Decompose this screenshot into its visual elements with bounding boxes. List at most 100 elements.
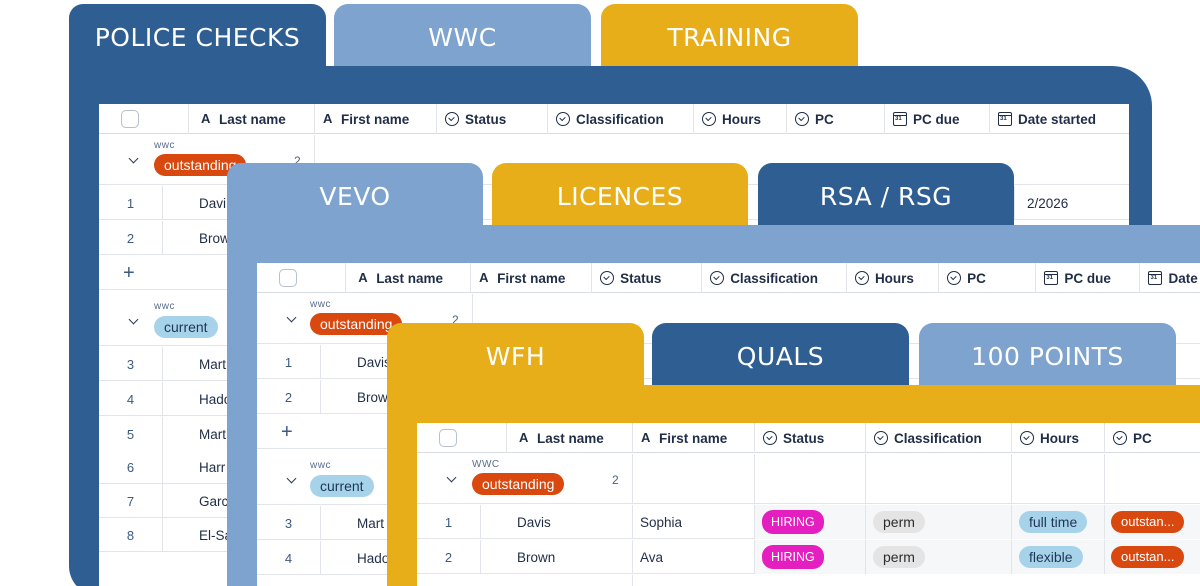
column-header-hours[interactable]: Hours (694, 104, 787, 134)
chevron-down-icon[interactable] (286, 312, 297, 323)
tab-wfh[interactable]: WFH (387, 323, 644, 389)
tab-100-points[interactable]: 100 POINTS (919, 323, 1176, 389)
tab-quals[interactable]: QUALS (652, 323, 909, 389)
group-pill-outstanding: outstanding (472, 473, 565, 495)
text-field-icon: A (201, 111, 211, 126)
column-header-hours[interactable]: Hours (1012, 423, 1105, 453)
cell-classification[interactable]: perm (866, 505, 1012, 539)
column-header-first-name[interactable]: A First name (633, 423, 755, 453)
column-header-pc[interactable]: PC (939, 263, 1037, 293)
column-label: Date started (1018, 111, 1097, 127)
group-field-label: wwc (154, 301, 175, 312)
tab-label: RSA / RSG (819, 181, 953, 211)
select-all-checkbox[interactable] (279, 269, 297, 287)
chevron-down-icon[interactable] (446, 472, 457, 483)
cell-status[interactable]: HIRING (755, 505, 866, 539)
text-field-icon: A (641, 430, 651, 445)
row-number: 4 (99, 382, 163, 416)
cell-hours[interactable]: full time (1012, 505, 1105, 539)
row-number: 2 (417, 540, 481, 574)
select-all-cell (257, 263, 347, 293)
cell-hours[interactable]: flexible (1012, 540, 1105, 574)
column-header-first-name[interactable]: A First name (315, 104, 437, 134)
column-header-pc-due[interactable]: PC due (1036, 263, 1141, 293)
classification-badge: perm (873, 511, 925, 533)
table-row[interactable] (417, 575, 1200, 586)
single-select-icon (763, 431, 777, 445)
column-header-pc[interactable]: PC (1105, 423, 1200, 453)
header-row: A Last name A First name Status Classifica… (257, 263, 1200, 293)
classification-badge: perm (873, 546, 925, 568)
select-all-checkbox[interactable] (439, 429, 457, 447)
single-select-icon (445, 112, 459, 126)
text-field-icon: A (323, 111, 333, 126)
table-row[interactable]: 2 Brown Ava HIRING perm flexible outstan… (417, 540, 1200, 574)
row-number: 2 (257, 380, 321, 414)
row-number: 1 (99, 186, 163, 220)
group-field-label: wwc (154, 140, 175, 151)
tab-wwc[interactable]: WWC (334, 4, 591, 70)
column-header-status[interactable]: Status (755, 423, 866, 453)
column-header-last-name[interactable]: A Last name (507, 423, 633, 453)
column-header-hours[interactable]: Hours (847, 263, 940, 293)
calendar-icon (893, 112, 907, 126)
column-header-last-name[interactable]: A Last name (346, 263, 472, 293)
cell-date-started[interactable]: 2/2026 (1015, 186, 1129, 220)
tab-rsa-rsg[interactable]: RSA / RSG (758, 163, 1014, 229)
chevron-down-icon[interactable] (286, 473, 297, 484)
single-select-icon (710, 271, 725, 285)
single-select-icon (795, 112, 809, 126)
column-header-pc-due[interactable]: PC due (885, 104, 990, 134)
chevron-down-icon[interactable] (128, 314, 139, 325)
column-header-pc[interactable]: PC (787, 104, 885, 134)
column-header-status[interactable]: Status (592, 263, 703, 293)
cell-pc[interactable]: outstan... (1105, 505, 1200, 539)
tab-label: 100 POINTS (971, 341, 1124, 371)
group-field-label: wwc (310, 460, 331, 471)
cell-classification[interactable]: perm (866, 540, 1012, 574)
tab-label: WWC (428, 22, 497, 52)
column-label: Classification (894, 430, 982, 446)
cell-last-name[interactable]: Davis (481, 505, 633, 539)
text-field-icon: A (358, 270, 368, 285)
chevron-down-icon[interactable] (128, 153, 139, 164)
tab-training[interactable]: TRAINING (601, 4, 858, 70)
select-all-checkbox[interactable] (121, 110, 139, 128)
cell-last-name[interactable]: Brown (481, 540, 633, 574)
column-label: Hours (874, 270, 914, 286)
row-number: 7 (99, 484, 163, 518)
tab-licences[interactable]: LICENCES (492, 163, 748, 229)
tab-police-checks[interactable]: POLICE CHECKS (69, 4, 326, 70)
tab-vevo[interactable]: VEVO (227, 163, 483, 229)
column-label: PC (1133, 430, 1152, 446)
column-header-classification[interactable]: Classification (702, 263, 847, 293)
column-header-classification[interactable]: Classification (866, 423, 1012, 453)
group-pill-current: current (154, 316, 218, 338)
column-label: Last name (219, 111, 286, 127)
group-header-outstanding[interactable]: WWC outstanding 2 (417, 454, 1200, 504)
row-number: 6 (99, 450, 163, 484)
header-row: A Last name A First name Status Classifica… (417, 423, 1200, 453)
column-header-date-started[interactable]: Date (1140, 263, 1200, 293)
column-header-date-started[interactable]: Date started (990, 104, 1129, 134)
cell-status[interactable]: HIRING (755, 540, 866, 574)
cell-first-name[interactable]: Sophia (633, 505, 755, 539)
tab-label: POLICE CHECKS (94, 22, 301, 52)
status-badge: HIRING (762, 545, 824, 569)
tab-label: VEVO (319, 181, 391, 211)
column-header-status[interactable]: Status (437, 104, 548, 134)
row-number: 4 (257, 541, 321, 575)
row-number: 3 (99, 347, 163, 381)
column-label: Classification (730, 270, 818, 286)
column-header-classification[interactable]: Classification (548, 104, 694, 134)
column-label: PC due (913, 111, 960, 127)
column-label: First name (497, 270, 566, 286)
column-header-last-name[interactable]: A Last name (189, 104, 315, 134)
cell-pc[interactable]: outstan... (1105, 540, 1200, 574)
table-row[interactable]: 1 Davis Sophia HIRING perm full time out… (417, 505, 1200, 539)
row-number: 2 (99, 221, 163, 255)
plus-icon: + (123, 261, 135, 284)
column-header-first-name[interactable]: A First name (471, 263, 593, 293)
cell-first-name[interactable]: Ava (633, 540, 755, 574)
single-select-icon (1113, 431, 1127, 445)
